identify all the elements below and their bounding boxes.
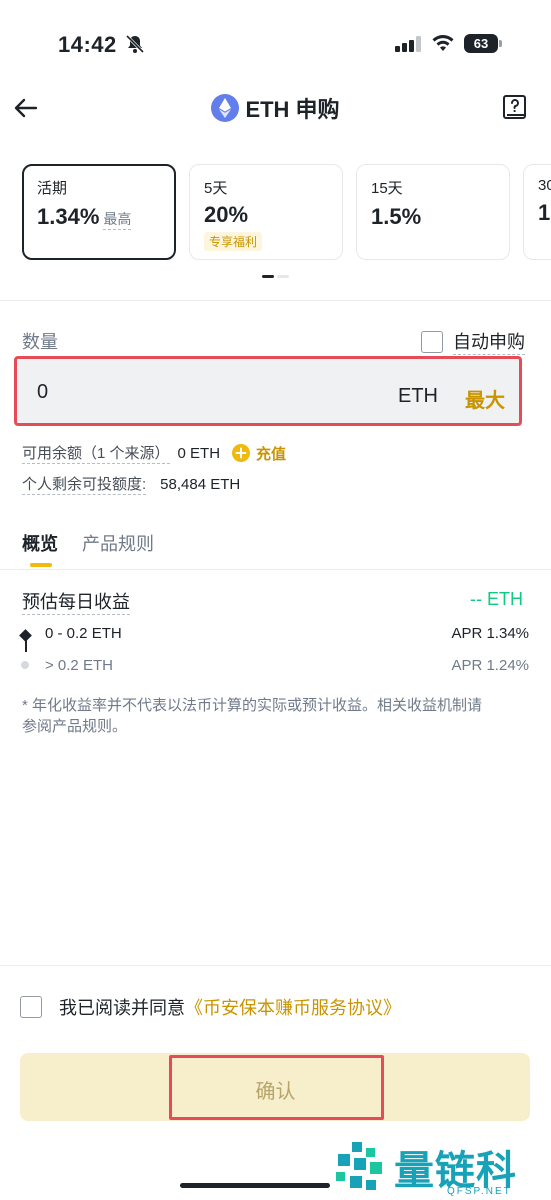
card-rate: 1.5% xyxy=(371,204,422,229)
apr-footnote: * 年化收益率并不代表以法币计算的实际或预计收益。相关收益机制请参阅产品规则。 xyxy=(22,697,483,735)
card-badge: 专享福利 xyxy=(204,232,263,251)
confirm-highlight-box xyxy=(169,1055,384,1120)
tier-apr: APR 1.24% xyxy=(451,657,529,674)
auto-subscribe-label: 自动申购 xyxy=(453,328,525,355)
remaining-quota-row: 个人剩余可投额度: 58,484 ETH xyxy=(22,473,240,495)
available-balance-label: 可用余额（1 个来源） xyxy=(22,442,170,464)
product-cards: 活期 1.34% 最高 5天 20% 专享福利 15天 1.5% 30 1 xyxy=(0,164,551,260)
signal-icon xyxy=(395,36,421,52)
watermark-subtext: QFSP.NET xyxy=(447,1186,512,1197)
apr-tier-row: 0 - 0.2 ETH APR 1.34% xyxy=(0,625,551,651)
card-note: 最高 xyxy=(103,209,132,230)
tab-active-indicator xyxy=(30,563,52,567)
header-title-wrap: ETH 申购 xyxy=(0,92,551,127)
card-pager xyxy=(262,275,289,278)
topup-link[interactable]: 充值 xyxy=(256,443,286,464)
divider xyxy=(0,569,551,570)
battery-indicator: 63 xyxy=(464,34,502,53)
page-title: ETH 申购 xyxy=(245,97,340,122)
card-rate: 1.34% xyxy=(37,204,100,229)
card-label: 15天 xyxy=(371,180,403,197)
header: ETH 申购 xyxy=(0,80,551,136)
tab-product-rules[interactable]: 产品规则 xyxy=(82,530,154,556)
pager-dot xyxy=(277,275,289,278)
ethereum-icon xyxy=(211,94,240,122)
battery-level: 63 xyxy=(464,34,498,53)
apr-tier-row: > 0.2 ETH APR 1.24% xyxy=(0,657,551,683)
bell-slash-icon xyxy=(125,34,145,54)
daily-earnings-label: 预估每日收益 xyxy=(22,588,130,615)
daily-earnings-value: -- ETH xyxy=(470,589,523,609)
watermark: 量链科技 QFSP.NET xyxy=(332,1138,551,1200)
status-time: 14:42 xyxy=(58,32,117,57)
divider xyxy=(0,965,551,966)
question-book-icon[interactable] xyxy=(502,94,528,122)
card-5-day[interactable]: 5天 20% 专享福利 xyxy=(189,164,343,260)
divider xyxy=(0,300,551,301)
max-button[interactable]: 最大 xyxy=(465,384,505,413)
card-label: 5天 xyxy=(204,180,228,197)
home-indicator xyxy=(180,1183,330,1188)
amount-unit: ETH xyxy=(398,385,438,407)
tab-overview[interactable]: 概览 xyxy=(22,530,58,556)
agreement-link[interactable]: 《币安保本赚币服务协议》 xyxy=(185,994,401,1020)
remaining-quota-label: 个人剩余可投额度: xyxy=(22,473,147,495)
status-bar: 14:42 63 xyxy=(0,0,551,90)
amount-input-box: ETH 最大 xyxy=(14,356,522,426)
auto-subscribe-checkbox[interactable] xyxy=(421,330,443,353)
available-balance-value: 0 ETH xyxy=(177,444,221,462)
amount-input[interactable] xyxy=(37,381,337,404)
amount-label: 数量 xyxy=(22,332,58,352)
agreement-checkbox[interactable] xyxy=(20,996,42,1018)
watermark-logo-icon xyxy=(336,1142,382,1190)
card-label: 30 xyxy=(538,177,551,194)
card-15-day[interactable]: 15天 1.5% xyxy=(356,164,510,260)
plus-circle-icon[interactable] xyxy=(232,444,251,462)
tier-apr: APR 1.34% xyxy=(451,625,529,642)
tier-range: > 0.2 ETH xyxy=(45,657,113,674)
card-30-day[interactable]: 30 1 xyxy=(523,164,551,260)
card-label: 活期 xyxy=(37,180,68,197)
pager-dot-active xyxy=(262,275,274,278)
tier-range: 0 - 0.2 ETH xyxy=(45,625,122,642)
battery-tip xyxy=(499,40,502,47)
agreement-text: 我已阅读并同意 xyxy=(59,998,185,1018)
auto-subscribe-toggle[interactable]: 自动申购 xyxy=(421,328,525,355)
agreement-row: 我已阅读并同意 《币安保本赚币服务协议》 xyxy=(20,994,401,1020)
remaining-quota-value: 58,484 ETH xyxy=(160,475,241,493)
card-rate: 1 xyxy=(538,200,551,225)
card-rate: 20% xyxy=(204,202,249,227)
available-balance-row: 可用余额（1 个来源） 0 ETH 充值 xyxy=(22,442,286,464)
wifi-icon xyxy=(432,35,454,51)
card-flexible[interactable]: 活期 1.34% 最高 xyxy=(22,164,176,260)
